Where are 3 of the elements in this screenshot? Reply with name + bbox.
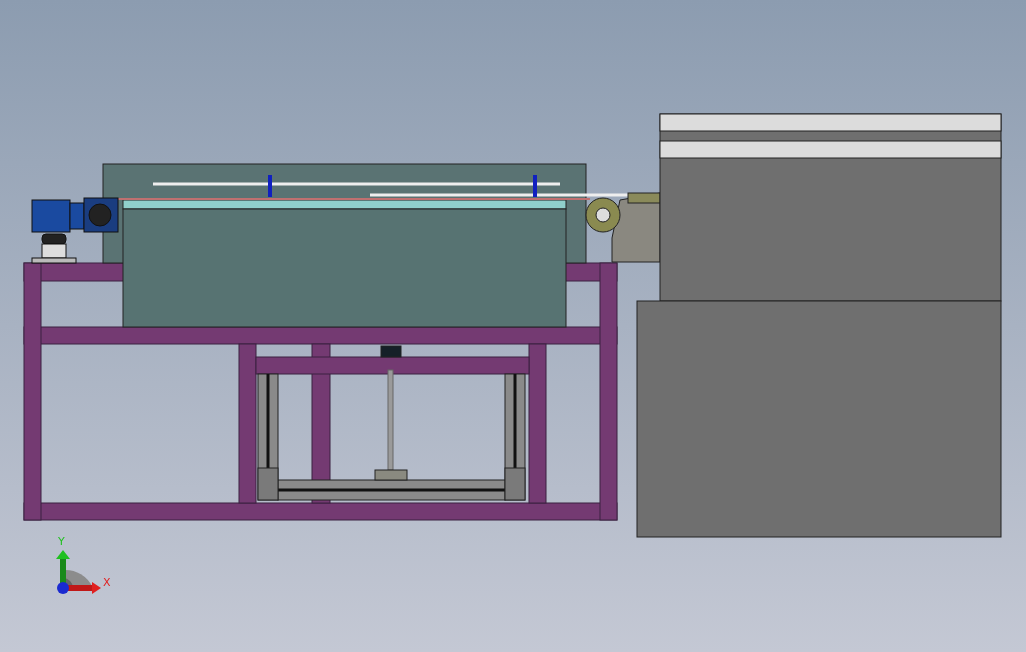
axis-triad-icon	[56, 550, 101, 594]
x-axis-label: X	[103, 576, 111, 589]
y-axis-label: Y	[58, 535, 65, 548]
